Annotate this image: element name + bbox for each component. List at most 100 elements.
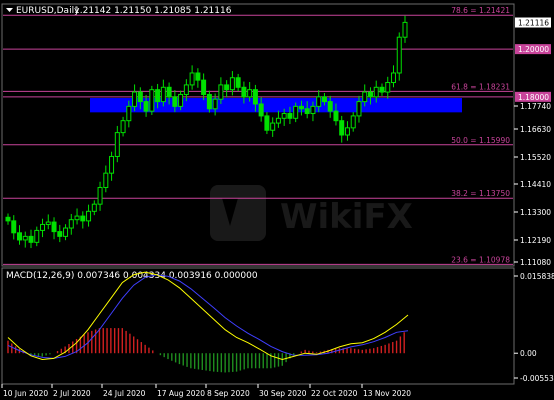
macd-tick-label: -0.005531 xyxy=(520,374,554,383)
bear-candle-body xyxy=(224,84,230,91)
bull-candle-body xyxy=(91,203,97,212)
bear-candle-body xyxy=(172,96,178,107)
bear-candle-body xyxy=(57,231,63,237)
candle xyxy=(224,80,230,98)
candle xyxy=(402,15,408,43)
bull-candle-body xyxy=(385,82,391,93)
candle xyxy=(11,215,17,240)
fib-label: 23.6 = 1.10978 xyxy=(451,255,510,264)
bull-candle-body xyxy=(114,132,120,157)
candle xyxy=(40,218,46,238)
dropdown-triangle-icon[interactable] xyxy=(6,8,13,12)
candle xyxy=(114,125,120,163)
bear-candle-body xyxy=(17,232,23,241)
bear-candle-body xyxy=(298,105,304,110)
bull-candle-body xyxy=(97,186,103,205)
bear-candle-body xyxy=(155,89,161,103)
candle xyxy=(149,85,155,115)
bull-candle-body xyxy=(373,86,379,98)
bull-candle-body xyxy=(86,210,92,222)
candle xyxy=(34,226,40,247)
bull-candle-body xyxy=(74,215,80,221)
candle xyxy=(235,73,241,92)
fib-label: 38.2 = 1.13750 xyxy=(451,189,510,198)
bull-candle-body xyxy=(212,98,218,110)
candle xyxy=(28,229,34,249)
bull-candle-body xyxy=(183,84,189,95)
candle xyxy=(5,213,11,225)
bull-candle-body xyxy=(22,235,28,241)
candle xyxy=(86,204,92,227)
bear-candle-body xyxy=(327,101,333,112)
bear-candle-body xyxy=(137,91,143,103)
watermark-logo-text: WikiFX xyxy=(280,197,413,237)
bear-candle-body xyxy=(379,86,385,93)
bull-candle-body xyxy=(344,127,350,136)
macd-signal-line xyxy=(7,274,409,359)
price-axis: 1.17740 1.16630 1.15520 1.14410 1.13300 1.121… xyxy=(514,17,551,267)
bull-candle-body xyxy=(68,219,74,229)
bull-candle-body xyxy=(270,122,276,131)
macd-tick-label: 0.015838 xyxy=(520,272,554,281)
bull-candle-body xyxy=(178,93,184,107)
candle xyxy=(385,76,391,99)
candle xyxy=(51,217,57,240)
candle xyxy=(103,165,109,193)
fib-labels: 78.6 = 1.21421 61.8 = 1.18231 50.0 = 1.159… xyxy=(451,6,510,264)
date-axis: 10 Jun 2020 2 Jul 2020 24 Jul 2020 17 Aug 2… xyxy=(1,384,411,398)
price-tick-label: 1.13300 xyxy=(520,208,551,217)
bull-candle-body xyxy=(275,117,281,124)
candle xyxy=(390,65,396,88)
candle xyxy=(80,211,86,229)
bull-candle-body xyxy=(362,91,368,103)
bull-candle-body xyxy=(390,72,396,84)
date-tick-label: 17 Aug 2020 xyxy=(157,389,205,398)
bull-candle-body xyxy=(109,155,115,174)
bull-candle-body xyxy=(281,113,287,119)
candle xyxy=(264,112,270,135)
bull-candle-body xyxy=(218,84,224,100)
macd-panel-frame xyxy=(1,267,515,385)
bull-candle-body xyxy=(310,105,316,115)
candle xyxy=(68,213,74,235)
current-price-label: 1.21116 xyxy=(518,19,549,28)
bear-candle-body xyxy=(339,120,345,136)
bear-candle-body xyxy=(333,110,339,122)
bull-candle-body xyxy=(396,36,402,74)
bear-candle-body xyxy=(252,89,258,105)
bull-candle-body xyxy=(247,89,253,98)
bear-candle-body xyxy=(287,113,293,119)
price-tick-label: 1.11080 xyxy=(520,258,551,267)
bull-candle-body xyxy=(132,91,138,107)
date-tick-label: 22 Oct 2020 xyxy=(311,389,358,398)
macd-tick-label: 0.00 xyxy=(520,349,537,358)
bull-candle-body xyxy=(316,96,322,107)
candle xyxy=(120,116,126,137)
candle xyxy=(183,79,189,102)
macd-layer: 0.015838 0.00 -0.005531 xyxy=(7,271,554,383)
price-badge-label: 1.20000 xyxy=(518,45,549,54)
bear-candle-body xyxy=(206,93,212,110)
candle xyxy=(57,224,63,243)
candle xyxy=(63,224,69,241)
chart-canvas: EURUSD,Daily 1.21142 1.21150 1.21085 1.2… xyxy=(1,3,554,398)
bull-candle-body xyxy=(120,120,126,134)
price-badge-label: 1.18000 xyxy=(518,93,549,102)
bull-candle-body xyxy=(34,229,40,243)
date-tick-label: 2 Jul 2020 xyxy=(53,389,91,398)
date-tick-label: 24 Jul 2020 xyxy=(103,389,146,398)
candle xyxy=(195,68,201,88)
ohlc-label: 1.21142 1.21150 1.21085 1.21116 xyxy=(74,6,232,16)
price-tick-label: 1.15520 xyxy=(520,153,551,162)
bull-candle-body xyxy=(402,21,408,38)
bull-candle-body xyxy=(45,221,51,225)
bull-candle-body xyxy=(293,105,299,119)
candle xyxy=(91,200,97,216)
bear-candle-body xyxy=(367,91,373,98)
bear-candle-body xyxy=(143,101,149,112)
price-tick-label: 1.17740 xyxy=(520,102,551,111)
candle xyxy=(344,121,350,141)
bull-candle-body xyxy=(356,101,362,117)
bear-candle-body xyxy=(241,86,247,98)
candle xyxy=(22,231,28,248)
